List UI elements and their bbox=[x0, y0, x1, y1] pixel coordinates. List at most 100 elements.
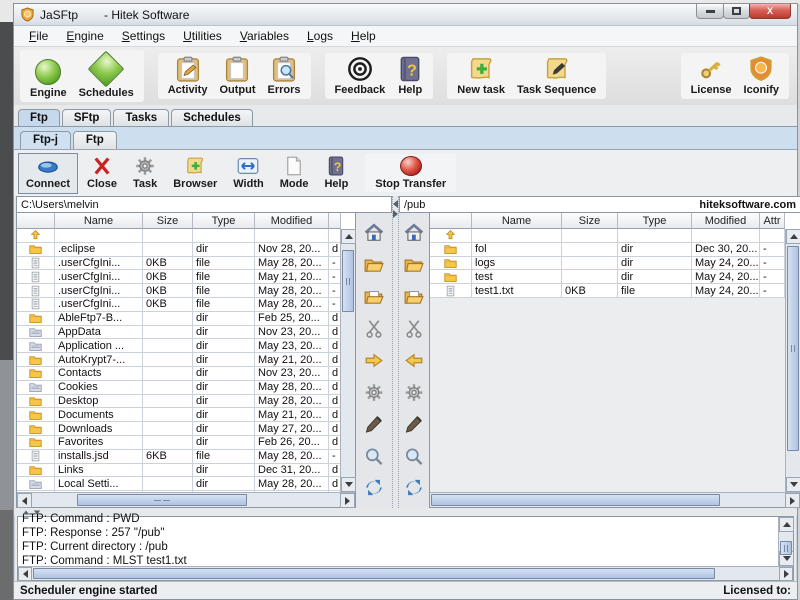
file-row[interactable]: foldirDec 30, 20...- bbox=[430, 243, 785, 257]
collapse-right-icon[interactable] bbox=[393, 210, 398, 218]
view-button[interactable] bbox=[402, 445, 426, 467]
file-row[interactable]: AppDatadirNov 23, 20...d bbox=[17, 326, 340, 340]
tab-tasks[interactable]: Tasks bbox=[113, 109, 169, 126]
view-button[interactable] bbox=[362, 445, 386, 467]
menu-logs[interactable]: Logs bbox=[298, 27, 342, 45]
file-row[interactable]: AbleFtp7-B...dirFeb 25, 20...d bbox=[17, 312, 340, 326]
help-button[interactable]: ?Help bbox=[391, 55, 429, 97]
local-vertical-scrollbar[interactable] bbox=[340, 229, 355, 492]
close-button[interactable]: X bbox=[749, 4, 791, 19]
activity-button[interactable]: Activity bbox=[162, 55, 214, 97]
menu-variables[interactable]: Variables bbox=[231, 27, 298, 45]
refresh-button[interactable] bbox=[402, 477, 426, 499]
file-row[interactable]: .eclipsedirNov 28, 20...d bbox=[17, 243, 340, 257]
schedules-button[interactable]: Schedules bbox=[73, 52, 140, 100]
folder-open-button[interactable] bbox=[362, 254, 386, 276]
column-header-size[interactable]: Size bbox=[562, 213, 618, 229]
column-header[interactable] bbox=[329, 213, 341, 229]
connect-button[interactable]: Connect bbox=[18, 153, 78, 194]
scroll-thumb[interactable] bbox=[787, 246, 799, 451]
scroll-right-button[interactable] bbox=[779, 567, 793, 581]
settings-button[interactable] bbox=[362, 381, 386, 403]
log-horizontal-scrollbar[interactable] bbox=[18, 566, 793, 580]
settings-button[interactable] bbox=[402, 381, 426, 403]
remote-horizontal-scrollbar[interactable] bbox=[430, 492, 800, 507]
file-row[interactable]: DocumentsdirMay 21, 20...d bbox=[17, 408, 340, 422]
file-row[interactable]: FavoritesdirFeb 26, 20...d bbox=[17, 436, 340, 450]
subtab-ftp[interactable]: Ftp bbox=[73, 131, 117, 149]
log-vertical-scrollbar[interactable] bbox=[778, 517, 793, 566]
menu-help[interactable]: Help bbox=[342, 27, 385, 45]
rename-button[interactable] bbox=[402, 413, 426, 435]
collapse-log-icon[interactable] bbox=[34, 510, 40, 514]
file-row[interactable] bbox=[430, 229, 785, 243]
file-row[interactable]: logsdirMay 24, 20...- bbox=[430, 257, 785, 271]
license-button[interactable]: License bbox=[685, 55, 738, 97]
subtab-ftp-j[interactable]: Ftp-j bbox=[20, 131, 71, 149]
scroll-thumb[interactable] bbox=[431, 494, 720, 506]
scroll-up-button[interactable] bbox=[786, 229, 800, 244]
mode-button[interactable]: Mode bbox=[273, 154, 316, 193]
column-header-size[interactable]: Size bbox=[143, 213, 193, 229]
task-button[interactable]: Task bbox=[126, 154, 164, 193]
cut-button[interactable] bbox=[362, 318, 386, 340]
home-button[interactable] bbox=[402, 222, 426, 244]
scroll-thumb[interactable] bbox=[342, 250, 354, 312]
column-header-name[interactable]: Name bbox=[472, 213, 562, 229]
folder-receive-button[interactable] bbox=[402, 286, 426, 308]
folder-receive-button[interactable] bbox=[362, 286, 386, 308]
expand-log-icon[interactable] bbox=[23, 510, 29, 514]
errors-button[interactable]: Errors bbox=[262, 55, 307, 97]
stop-transfer-button[interactable]: Stop Transfer bbox=[365, 154, 456, 192]
minimize-button[interactable] bbox=[696, 4, 724, 19]
column-header-attr[interactable]: Attr bbox=[760, 213, 785, 229]
panel-splitter[interactable] bbox=[392, 196, 399, 508]
scroll-right-button[interactable] bbox=[340, 493, 355, 508]
scroll-thumb[interactable] bbox=[77, 494, 247, 506]
width-button[interactable]: Width bbox=[226, 154, 270, 193]
file-row[interactable]: test1.txt0KBfileMay 24, 20...- bbox=[430, 284, 785, 298]
remote-vertical-scrollbar[interactable] bbox=[785, 229, 800, 492]
transfer-left-button[interactable] bbox=[402, 349, 426, 371]
browser-button[interactable]: Browser bbox=[166, 154, 224, 193]
tab-sftp[interactable]: SFtp bbox=[62, 109, 112, 126]
menu-utilities[interactable]: Utilities bbox=[174, 27, 231, 45]
column-header[interactable] bbox=[17, 213, 55, 229]
file-row[interactable]: .userCfgIni...0KBfileMay 28, 20...- bbox=[17, 257, 340, 271]
file-row[interactable]: .userCfgIni...0KBfileMay 28, 20...- bbox=[17, 284, 340, 298]
cut-button[interactable] bbox=[402, 318, 426, 340]
column-header-type[interactable]: Type bbox=[618, 213, 692, 229]
file-row[interactable]: .userCfgIni...0KBfileMay 21, 20...- bbox=[17, 270, 340, 284]
tab-schedules[interactable]: Schedules bbox=[171, 109, 253, 126]
scroll-down-button[interactable] bbox=[341, 477, 356, 492]
help-button[interactable]: ?Help bbox=[317, 154, 355, 193]
file-row[interactable]: DownloadsdirMay 27, 20...d bbox=[17, 422, 340, 436]
file-row[interactable]: .userCfgIni...0KBfileMay 28, 20...- bbox=[17, 298, 340, 312]
column-header-name[interactable]: Name bbox=[55, 213, 143, 229]
home-button[interactable] bbox=[362, 222, 386, 244]
task-sequence-button[interactable]: Task Sequence bbox=[511, 55, 602, 97]
file-row[interactable]: Local Setti...dirMay 28, 20...d bbox=[17, 477, 340, 491]
file-row[interactable]: DesktopdirMay 28, 20...d bbox=[17, 395, 340, 409]
close-button[interactable]: Close bbox=[80, 154, 124, 193]
folder-open-button[interactable] bbox=[402, 254, 426, 276]
column-header-type[interactable]: Type bbox=[193, 213, 255, 229]
file-row[interactable]: AutoKrypt7-...dirMay 21, 20...d bbox=[17, 353, 340, 367]
scroll-up-button[interactable] bbox=[779, 517, 794, 532]
scroll-right-button[interactable] bbox=[785, 493, 800, 508]
scroll-down-button[interactable] bbox=[786, 477, 800, 492]
file-row[interactable]: CookiesdirMay 28, 20...d bbox=[17, 381, 340, 395]
scroll-left-button[interactable] bbox=[17, 493, 32, 508]
menu-engine[interactable]: Engine bbox=[57, 27, 112, 45]
menu-file[interactable]: File bbox=[20, 27, 57, 45]
engine-button[interactable]: Engine bbox=[24, 52, 73, 100]
column-header-modified[interactable]: Modified bbox=[692, 213, 760, 229]
column-header-modified[interactable]: Modified bbox=[255, 213, 329, 229]
output-button[interactable]: Output bbox=[213, 55, 261, 97]
scroll-thumb[interactable] bbox=[780, 541, 792, 555]
local-horizontal-scrollbar[interactable] bbox=[17, 492, 355, 507]
rename-button[interactable] bbox=[362, 413, 386, 435]
file-row[interactable]: testdirMay 24, 20...- bbox=[430, 270, 785, 284]
file-row[interactable]: ContactsdirNov 23, 20...d bbox=[17, 367, 340, 381]
feedback-button[interactable]: Feedback bbox=[329, 55, 392, 97]
